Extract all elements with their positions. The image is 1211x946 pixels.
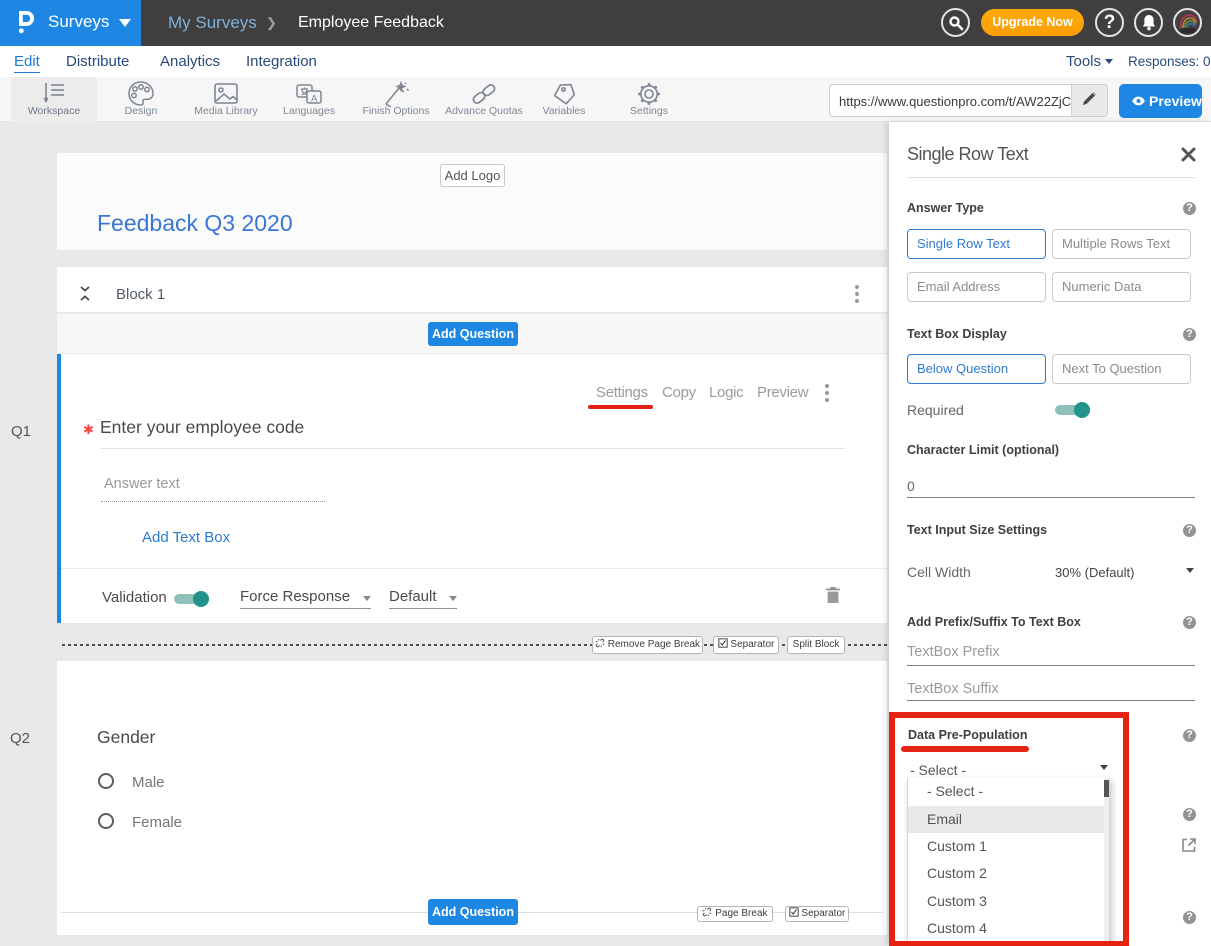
svg-text:A: A: [311, 94, 318, 105]
